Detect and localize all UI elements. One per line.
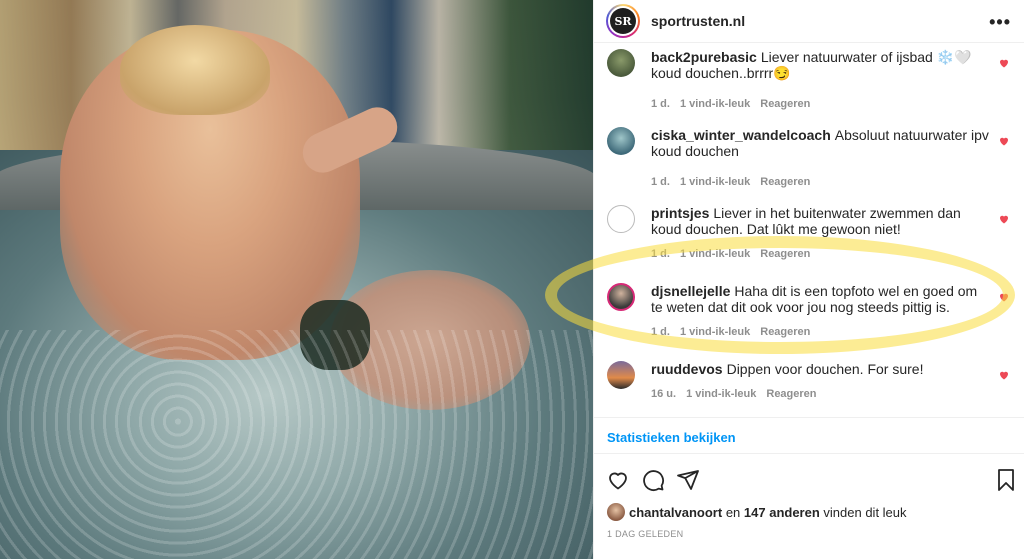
post-actions-bar: [594, 453, 1024, 503]
comment-likes[interactable]: 1 vind-ik-leuk: [680, 176, 750, 188]
account-avatar[interactable]: SR: [606, 4, 640, 38]
comment-avatar[interactable]: [607, 361, 635, 389]
comment-username[interactable]: djsnellejelle: [651, 283, 730, 299]
heart-icon[interactable]: [998, 57, 1010, 69]
comment-time[interactable]: 1 d.: [651, 248, 670, 260]
photo-hair: [120, 25, 270, 115]
comment-username[interactable]: ciska_winter_wandelcoach: [651, 127, 831, 143]
photo-bubbles: [0, 330, 593, 559]
share-icon[interactable]: [676, 468, 700, 492]
heart-icon[interactable]: [998, 369, 1010, 381]
comment-text: Dippen voor douchen. For sure!: [726, 361, 924, 377]
comment-likes[interactable]: 1 vind-ik-leuk: [680, 326, 750, 338]
post-side-panel: SR sportrusten.nl ••• back2purebasic Liev…: [593, 0, 1024, 559]
post-photo[interactable]: [0, 0, 593, 559]
comment-username[interactable]: ruuddevos: [651, 361, 723, 377]
comment-time[interactable]: 1 d.: [651, 176, 670, 188]
comment-likes[interactable]: 1 vind-ik-leuk: [686, 388, 756, 400]
view-insights-link[interactable]: Statistieken bekijken: [607, 430, 736, 445]
liker-username[interactable]: chantalvanoort: [629, 505, 722, 520]
reply-button[interactable]: Reageren: [760, 98, 810, 110]
heart-icon[interactable]: [998, 213, 1010, 225]
comment-time[interactable]: 1 d.: [651, 98, 670, 110]
comment-time[interactable]: 1 d.: [651, 326, 670, 338]
account-logo: SR: [610, 8, 636, 34]
heart-icon[interactable]: [998, 291, 1010, 303]
comment-avatar[interactable]: [607, 205, 635, 233]
reply-button[interactable]: Reageren: [766, 388, 816, 400]
comment-username[interactable]: printsjes: [651, 205, 709, 221]
likes-suffix: vinden dit leuk: [823, 504, 907, 520]
comment-avatar[interactable]: [607, 127, 635, 155]
comment-avatar[interactable]: [607, 283, 635, 311]
comment-avatar[interactable]: [607, 49, 635, 77]
likes-joiner: en: [725, 504, 741, 520]
comment-time[interactable]: 16 u.: [651, 388, 676, 400]
bookmark-icon[interactable]: [994, 468, 1018, 492]
likes-summary: chantalvanoort en 147 anderen vinden dit…: [607, 503, 907, 521]
comments-list: back2purebasic Liever natuurwater of ijsb…: [594, 43, 1024, 418]
reply-button[interactable]: Reageren: [760, 248, 810, 260]
comment-username[interactable]: back2purebasic: [651, 49, 757, 65]
account-name[interactable]: sportrusten.nl: [651, 13, 745, 29]
reply-button[interactable]: Reageren: [760, 176, 810, 188]
comment-icon[interactable]: [641, 468, 665, 492]
likes-others[interactable]: 147 anderen: [744, 505, 820, 520]
more-options-icon[interactable]: •••: [989, 12, 1011, 33]
like-heart-icon[interactable]: [606, 468, 630, 492]
comment-likes[interactable]: 1 vind-ik-leuk: [680, 248, 750, 260]
comment-likes[interactable]: 1 vind-ik-leuk: [680, 98, 750, 110]
reply-button[interactable]: Reageren: [760, 326, 810, 338]
liker-avatar[interactable]: [607, 503, 625, 521]
post-header: SR sportrusten.nl •••: [594, 0, 1024, 43]
heart-icon[interactable]: [998, 135, 1010, 147]
post-timestamp[interactable]: 1 DAG GELEDEN: [607, 529, 683, 539]
